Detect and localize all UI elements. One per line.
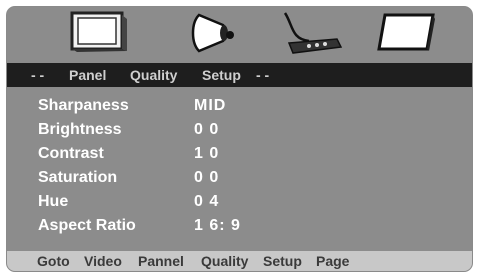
setting-value: 1 0	[194, 145, 220, 162]
setting-label: Brightness	[38, 121, 122, 138]
footer-word: Goto	[37, 253, 70, 269]
page-display-icon[interactable]	[375, 11, 439, 60]
setting-brightness[interactable]: Brightness 0 0	[7, 121, 472, 145]
osd-menu-panel: - - Panel Quality Setup - - Sharpaness M…	[6, 6, 473, 272]
tab-quality[interactable]: Quality	[130, 67, 177, 83]
menu-trail-dashes: - -	[256, 67, 270, 83]
category-icon-bar	[7, 7, 472, 61]
setting-value: 0 0	[194, 121, 220, 138]
tab-panel[interactable]: Panel	[69, 67, 106, 83]
setting-label: Aspect Ratio	[38, 217, 136, 234]
setting-value: 0 4	[194, 193, 220, 210]
setting-label: Saturation	[38, 169, 118, 186]
setting-value: 1 6: 9	[194, 217, 241, 234]
setting-sharpness[interactable]: Sharpaness MID	[7, 97, 472, 121]
setting-label: Sharpaness	[38, 97, 129, 114]
setting-value: MID	[194, 97, 227, 114]
setting-hue[interactable]: Hue 0 4	[7, 193, 472, 217]
setting-aspect-ratio[interactable]: Aspect Ratio 1 6: 9	[7, 217, 472, 241]
setting-label: Hue	[38, 193, 69, 210]
settings-list: Sharpaness MID Brightness 0 0 Contrast 1…	[7, 87, 472, 251]
panel-tv-icon[interactable]	[69, 11, 129, 60]
footer-status-bar: Goto Video Pannel Quality Setup Page	[7, 251, 472, 271]
footer-word: Video	[84, 253, 122, 269]
setting-saturation[interactable]: Saturation 0 0	[7, 169, 472, 193]
menu-tab-bar: - - Panel Quality Setup - -	[7, 63, 472, 87]
footer-word: Setup	[263, 253, 302, 269]
footer-word: Quality	[201, 253, 249, 269]
menu-lead-dashes: - -	[31, 67, 45, 83]
tab-setup[interactable]: Setup	[202, 67, 241, 83]
footer-word: Page	[316, 253, 350, 269]
setting-contrast[interactable]: Contrast 1 0	[7, 145, 472, 169]
setting-value: 0 0	[194, 169, 220, 186]
quality-lamp-icon[interactable]	[187, 11, 237, 62]
setting-label: Contrast	[38, 145, 104, 162]
audio-cable-icon[interactable]	[275, 11, 345, 62]
footer-word: Pannel	[138, 253, 184, 269]
